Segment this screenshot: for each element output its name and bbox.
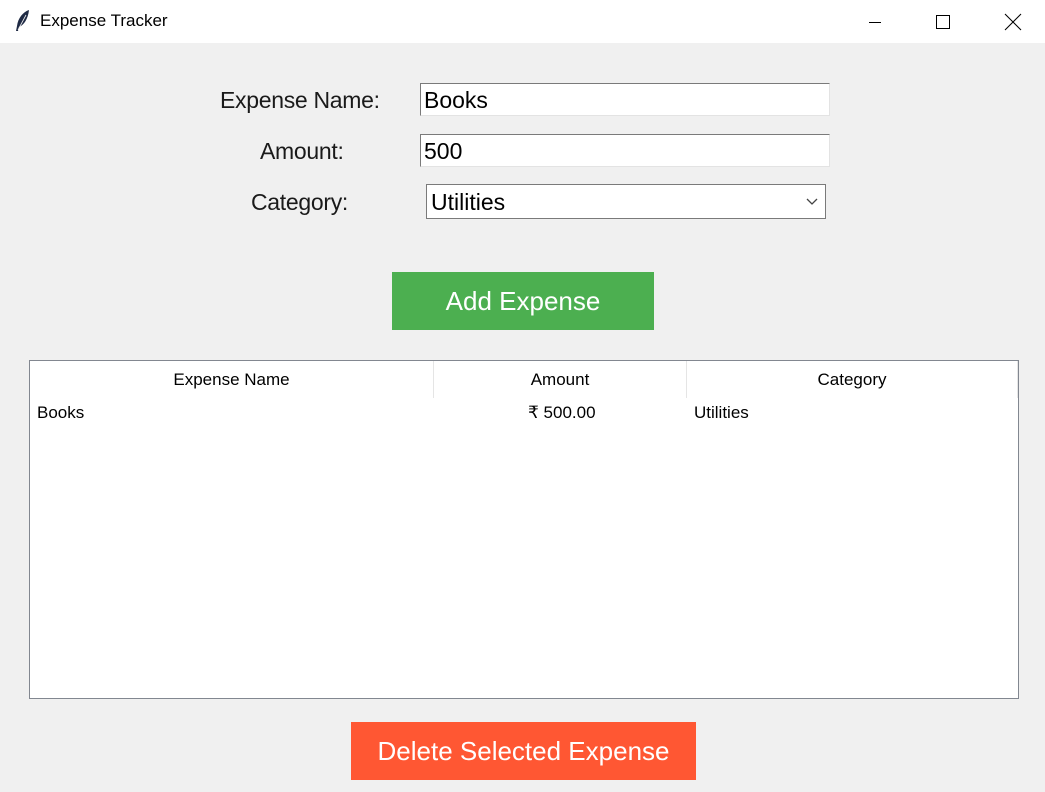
window-title: Expense Tracker — [40, 11, 168, 30]
app-window: Expense Tracker Expense Name: Amount: Ca… — [0, 0, 1045, 792]
chevron-down-icon[interactable] — [805, 196, 819, 206]
category-select-value: Utilities — [431, 189, 506, 215]
cell-expense-name: Books — [37, 403, 85, 422]
cell-category: Utilities — [694, 403, 749, 422]
expense-name-input[interactable] — [420, 83, 830, 116]
maximize-icon — [936, 14, 950, 29]
title-bar[interactable]: Expense Tracker — [0, 0, 1045, 43]
minimize-button[interactable] — [840, 0, 910, 43]
minimize-icon — [869, 21, 881, 23]
close-button[interactable] — [978, 0, 1045, 43]
column-header-expense-name[interactable]: Expense Name — [30, 361, 434, 398]
expense-table[interactable]: Expense Name Amount Category Books ₹ 500… — [29, 360, 1019, 699]
table-header: Expense Name Amount Category — [30, 361, 1018, 398]
category-select[interactable]: Utilities — [426, 184, 826, 219]
table-row[interactable]: Books ₹ 500.00 Utilities — [30, 399, 1018, 427]
column-header-amount[interactable]: Amount — [434, 361, 687, 398]
column-header-category[interactable]: Category — [687, 361, 1018, 398]
expense-name-label: Expense Name: — [220, 87, 380, 113]
delete-expense-button[interactable]: Delete Selected Expense — [351, 722, 696, 780]
cell-amount: ₹ 500.00 — [528, 403, 596, 422]
add-expense-button[interactable]: Add Expense — [392, 272, 654, 330]
category-label: Category: — [251, 189, 349, 215]
feather-icon — [16, 10, 29, 31]
maximize-button[interactable] — [908, 0, 978, 43]
close-icon — [1004, 13, 1022, 30]
amount-input[interactable] — [420, 134, 830, 167]
amount-label: Amount: — [260, 138, 344, 164]
